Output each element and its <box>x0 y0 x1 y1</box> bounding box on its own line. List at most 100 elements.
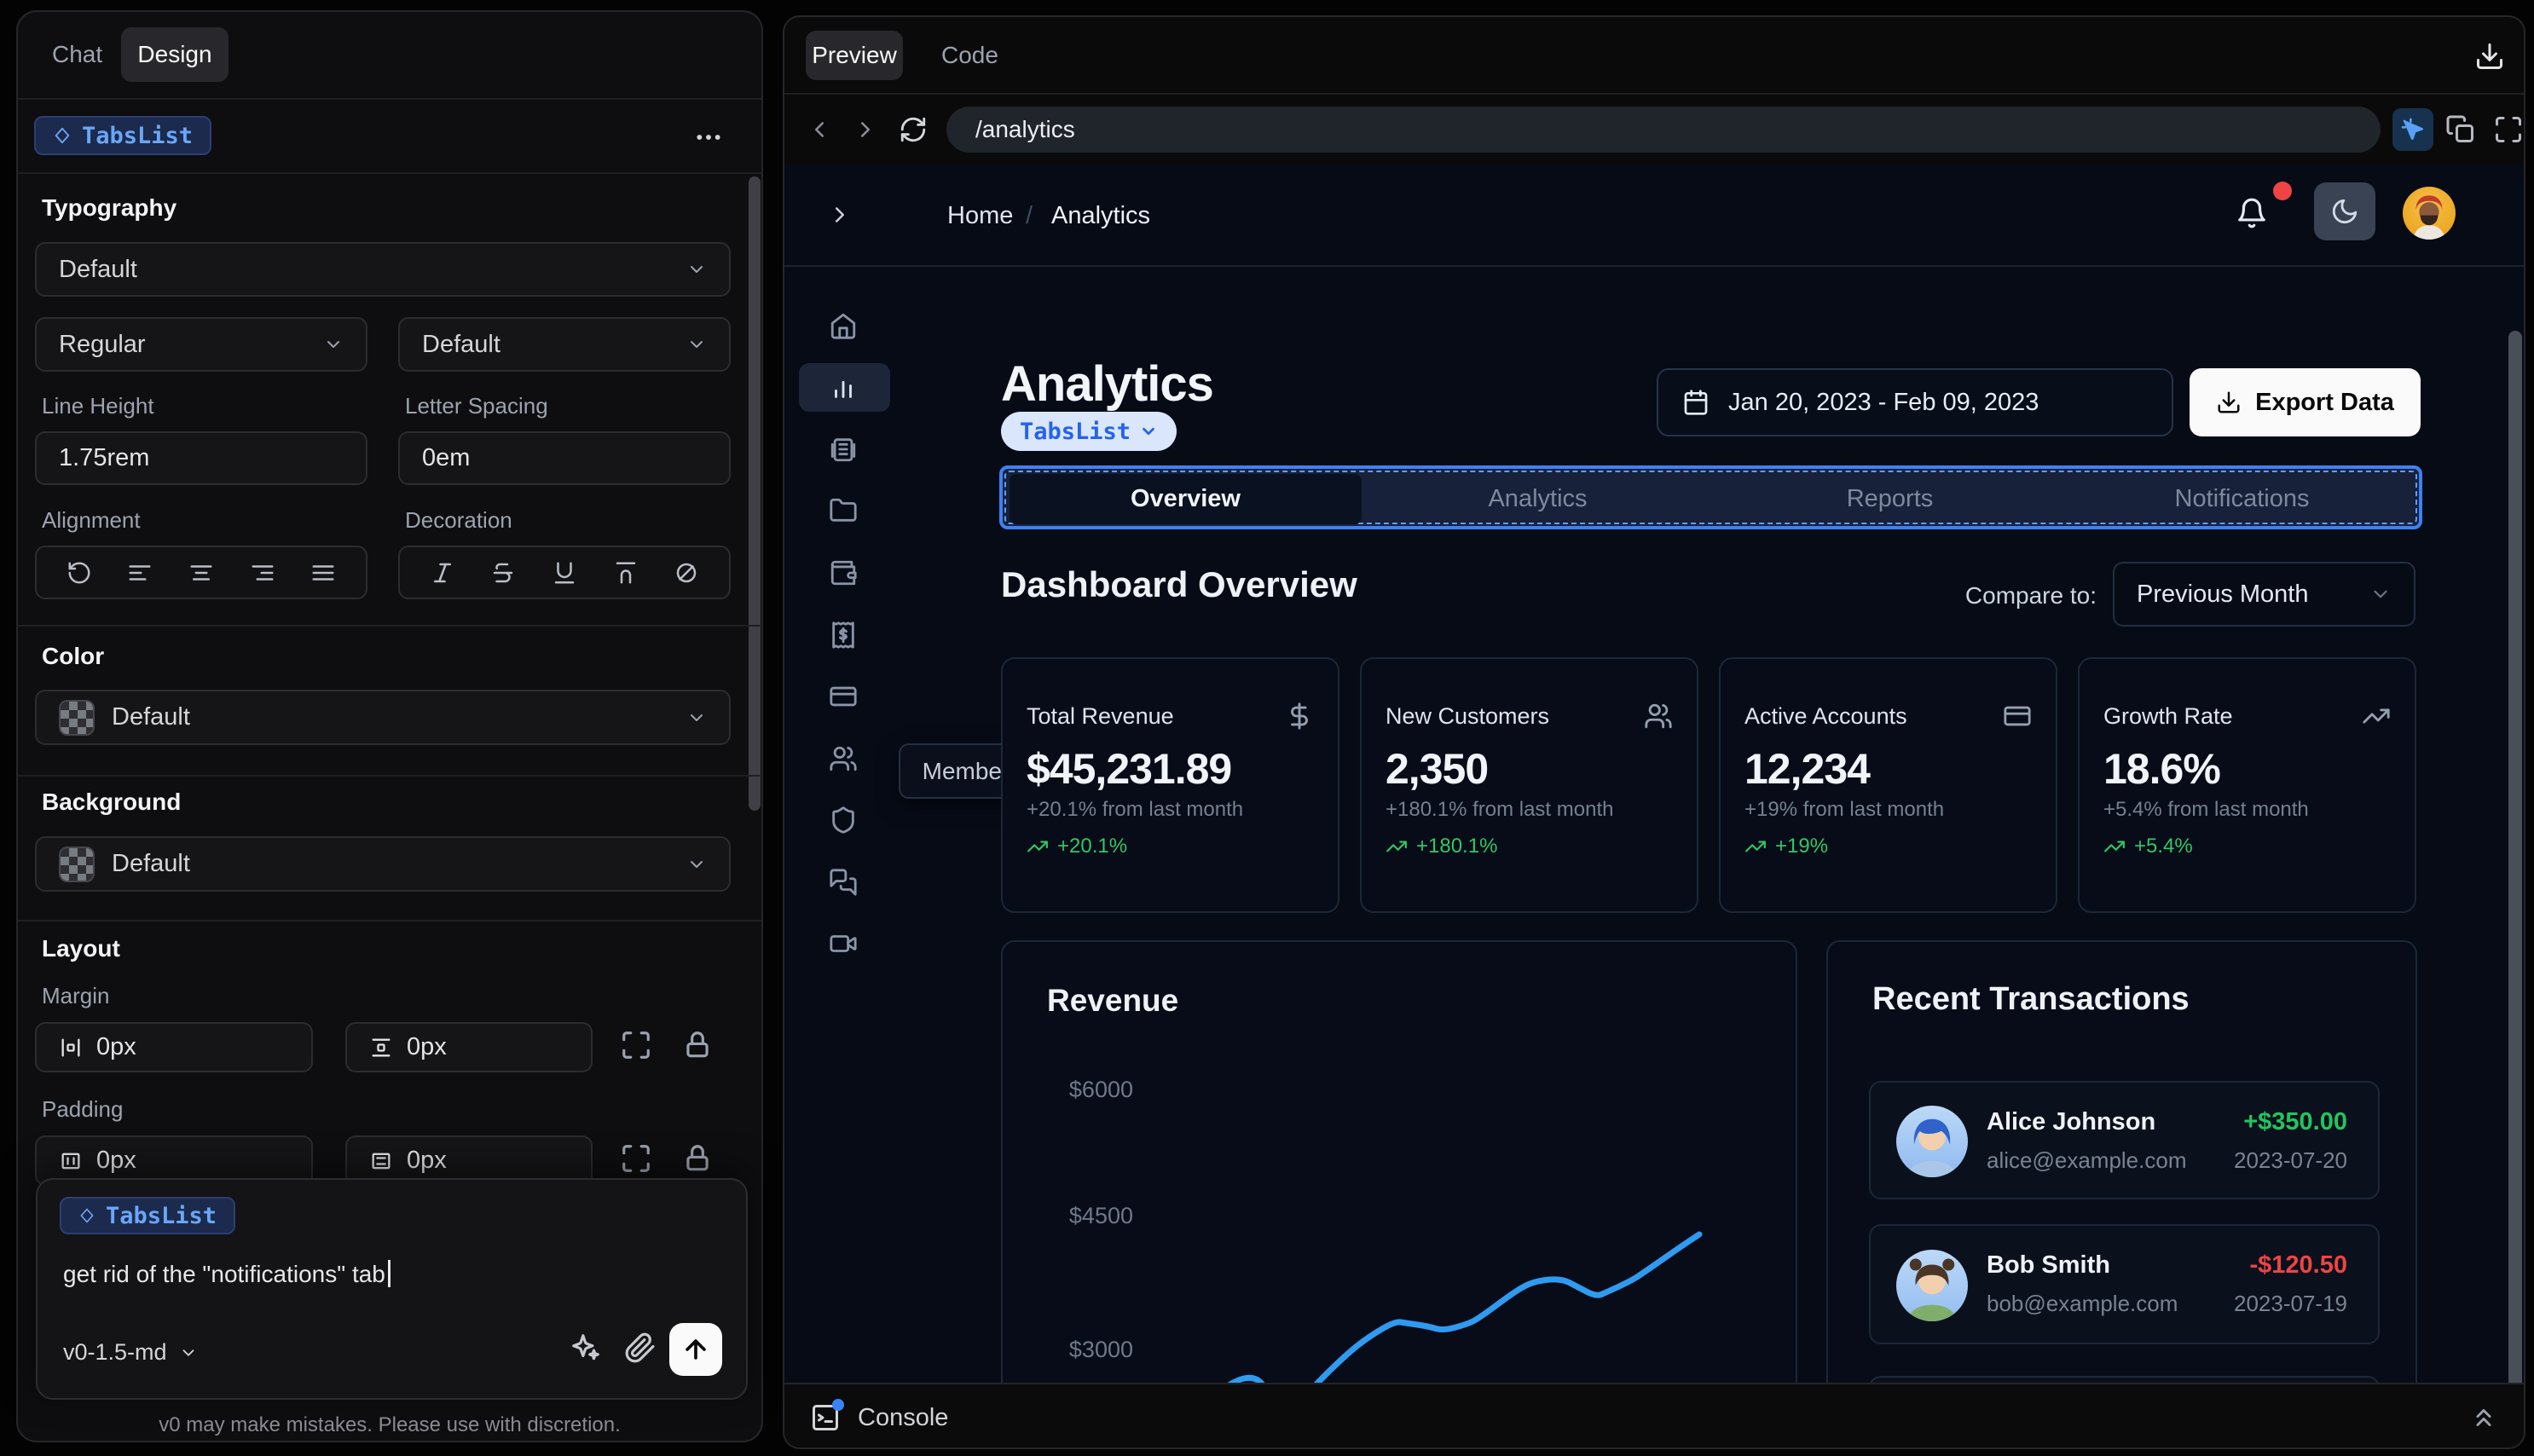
margin-x-input[interactable]: 0px <box>35 1022 313 1072</box>
color-section-label: Color <box>42 643 105 669</box>
line-height-input[interactable]: 1.75rem <box>35 431 367 485</box>
viewport-scrollbar[interactable] <box>2508 331 2522 1383</box>
console-bar[interactable]: Console <box>784 1383 2524 1447</box>
receipt-icon[interactable] <box>829 621 858 650</box>
stat-value: $45,231.89 <box>1027 745 1232 793</box>
align-right-icon[interactable] <box>250 560 275 586</box>
prompt-composer[interactable]: TabsList get rid of the "notifications" … <box>36 1178 748 1400</box>
shield-icon[interactable] <box>829 806 858 835</box>
trending-up-icon <box>2104 841 2125 852</box>
user-avatar[interactable] <box>2403 187 2456 240</box>
tab-overview[interactable]: Overview <box>1010 474 1362 524</box>
selected-element-chip[interactable]: TabsList <box>1001 412 1177 451</box>
messages-icon[interactable] <box>829 868 858 897</box>
model-selector[interactable]: v0-1.5-md <box>63 1339 198 1366</box>
font-size-select[interactable]: Default <box>398 317 731 372</box>
margin-y-input[interactable]: 0px <box>345 1022 593 1072</box>
chevron-down-icon <box>691 266 703 273</box>
stat-subtext: +20.1% from last month <box>1027 798 1244 821</box>
section-title: Dashboard Overview <box>1001 564 1357 604</box>
underline-icon[interactable] <box>552 560 577 586</box>
bar-chart-icon[interactable] <box>829 373 858 402</box>
padding-expand-icon[interactable] <box>620 1142 652 1175</box>
calendar-icon <box>1684 390 1708 415</box>
users-icon[interactable] <box>829 744 858 773</box>
breadcrumb-home[interactable]: Home <box>947 202 1013 230</box>
color-select[interactable]: Default <box>35 690 731 745</box>
divider <box>18 172 761 174</box>
send-button[interactable] <box>669 1323 722 1376</box>
left-panel-scrollbar[interactable] <box>749 176 761 811</box>
app-viewport: Home / Analytics Members Analytics TabsL… <box>784 165 2524 1383</box>
url-input[interactable]: /analytics <box>946 107 2381 153</box>
margin-label: Margin <box>42 983 110 1008</box>
tab-chat[interactable]: Chat <box>52 41 102 68</box>
export-data-button[interactable]: Export Data <box>2190 368 2421 436</box>
bell-icon[interactable] <box>2236 197 2268 229</box>
newspaper-icon[interactable] <box>829 435 858 464</box>
reset-undo-icon[interactable] <box>67 560 92 586</box>
users-icon <box>1645 703 1672 729</box>
italic-icon[interactable] <box>430 560 455 586</box>
tab-analytics[interactable]: Analytics <box>1362 474 1714 524</box>
copy-icon[interactable] <box>2445 114 2476 145</box>
padding-horizontal-icon <box>61 1153 80 1169</box>
align-left-icon[interactable] <box>127 560 153 586</box>
margin-lock-icon[interactable] <box>681 1029 714 1061</box>
overline-icon[interactable] <box>613 560 639 586</box>
paperclip-icon[interactable] <box>624 1332 657 1364</box>
transaction-row[interactable]: Alice Johnson alice@example.com +$350.00… <box>1869 1081 2380 1199</box>
no-decoration-icon[interactable] <box>674 560 699 586</box>
wallet-icon[interactable] <box>829 558 858 587</box>
alignment-label: Alignment <box>42 507 141 533</box>
app-header: Home / Analytics <box>784 165 2524 267</box>
video-icon[interactable] <box>829 929 858 958</box>
date-range-button[interactable]: Jan 20, 2023 - Feb 09, 2023 <box>1657 368 2173 436</box>
trending-up-icon <box>1386 841 1407 852</box>
tabs-list-selected: Overview Analytics Reports Notifications <box>999 465 2422 529</box>
download-icon[interactable] <box>2474 41 2505 72</box>
theme-toggle-button[interactable] <box>2314 182 2375 240</box>
sidebar-toggle-chevron-icon[interactable] <box>827 202 853 228</box>
margin-expand-icon[interactable] <box>620 1029 652 1061</box>
forward-icon[interactable] <box>853 117 878 142</box>
transaction-row-clipped[interactable] <box>1869 1376 2380 1383</box>
arrow-up-icon <box>686 1339 706 1360</box>
background-section-label: Background <box>42 789 182 815</box>
transaction-row[interactable]: Bob Smith bob@example.com -$120.50 2023-… <box>1869 1224 2380 1344</box>
background-select[interactable]: Default <box>35 836 731 892</box>
compare-select[interactable]: Previous Month <box>2113 562 2415 627</box>
align-center-icon[interactable] <box>188 560 214 586</box>
font-family-select[interactable]: Default <box>35 242 731 297</box>
tab-reports[interactable]: Reports <box>1714 474 2066 524</box>
transaction-date: 2023-07-20 <box>2234 1147 2347 1173</box>
home-icon[interactable] <box>829 311 858 340</box>
letter-spacing-input[interactable]: 0em <box>398 431 731 485</box>
tab-design[interactable]: Design <box>121 27 229 82</box>
ellipsis-menu-icon[interactable] <box>691 124 726 151</box>
tab-preview[interactable]: Preview <box>806 31 903 80</box>
folder-icon[interactable] <box>829 496 858 525</box>
refresh-icon[interactable] <box>899 115 928 144</box>
console-label: Console <box>858 1403 949 1431</box>
transaction-date: 2023-07-19 <box>2234 1291 2347 1316</box>
font-weight-select[interactable]: Regular <box>35 317 367 372</box>
tab-code[interactable]: Code <box>941 31 998 80</box>
credit-card-icon[interactable] <box>829 682 858 711</box>
selected-component-chip[interactable]: TabsList <box>34 116 212 155</box>
sparkles-icon[interactable] <box>570 1332 602 1364</box>
inspect-cursor-button[interactable] <box>2392 108 2433 151</box>
prompt-context-chip[interactable]: TabsList <box>60 1197 236 1234</box>
trending-up-icon <box>1745 841 1766 852</box>
strikethrough-icon[interactable] <box>490 560 516 586</box>
fullscreen-icon[interactable] <box>2493 114 2524 145</box>
tab-notifications[interactable]: Notifications <box>2066 474 2418 524</box>
padding-lock-icon[interactable] <box>681 1142 714 1175</box>
back-icon[interactable] <box>807 117 832 142</box>
divider <box>18 98 761 100</box>
breadcrumb-current: Analytics <box>1051 202 1151 229</box>
align-justify-icon[interactable] <box>310 560 336 586</box>
prompt-input[interactable]: get rid of the "notifications" tab <box>63 1260 391 1288</box>
transaction-email: alice@example.com <box>1987 1147 2187 1173</box>
chevrons-up-icon[interactable] <box>2469 1403 2498 1432</box>
